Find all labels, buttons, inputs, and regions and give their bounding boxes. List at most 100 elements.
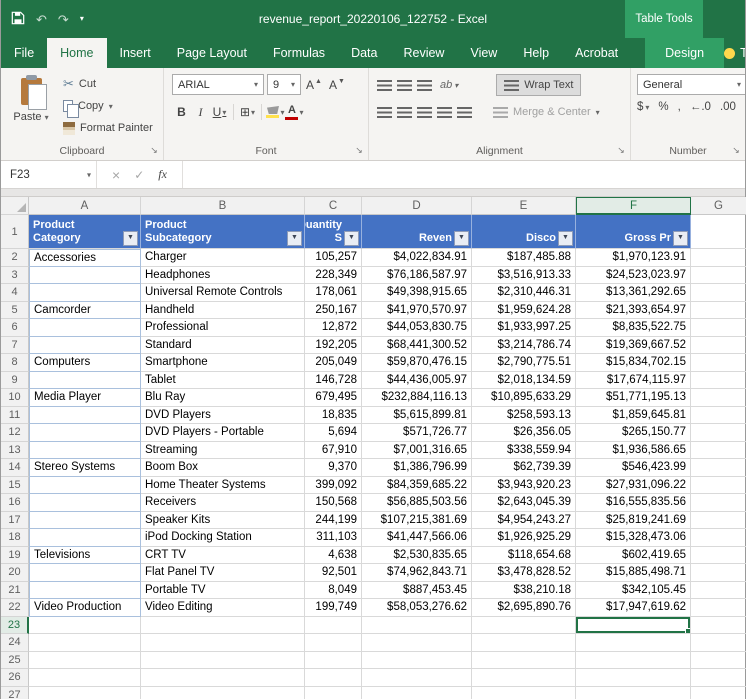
- cell-E11[interactable]: $258,593.13: [472, 406, 576, 424]
- cell-E23[interactable]: [472, 616, 576, 634]
- cell-F7[interactable]: $19,369,667.52: [576, 336, 691, 354]
- cell-A19[interactable]: Televisions: [29, 546, 141, 564]
- align-top-icon[interactable]: [377, 79, 392, 91]
- align-right-icon[interactable]: [417, 106, 432, 118]
- filter-button-D[interactable]: ▼: [454, 231, 469, 246]
- cell-A3[interactable]: [29, 266, 141, 284]
- cell-D16[interactable]: $56,885,503.56: [362, 494, 472, 512]
- cell-G20[interactable]: [691, 564, 746, 582]
- cell-A13[interactable]: [29, 441, 141, 459]
- cell-F15[interactable]: $27,931,096.22: [576, 476, 691, 494]
- cell-G15[interactable]: [691, 477, 746, 494]
- cell-G27[interactable]: [691, 687, 746, 699]
- cell-G16[interactable]: [691, 494, 746, 512]
- row-header-20[interactable]: 20: [1, 564, 29, 582]
- cell-E17[interactable]: $4,954,243.27: [472, 511, 576, 529]
- cell-B11[interactable]: DVD Players: [141, 406, 305, 424]
- cell-A17[interactable]: [29, 511, 141, 529]
- decrease-decimal-button[interactable]: .00: [720, 101, 736, 113]
- cell-A6[interactable]: [29, 319, 141, 337]
- cell-B14[interactable]: Boom Box: [141, 459, 305, 477]
- cell-C27[interactable]: [305, 686, 362, 699]
- font-dialog-launcher-icon[interactable]: ↘: [353, 144, 365, 156]
- cell-C14[interactable]: 9,370: [305, 459, 362, 477]
- cell-F2[interactable]: $1,970,123.91: [576, 249, 691, 267]
- number-format-combo[interactable]: General ▾: [637, 74, 745, 95]
- cell-D22[interactable]: $58,053,276.62: [362, 599, 472, 617]
- filter-button-B[interactable]: ▼: [287, 231, 302, 246]
- cell-A27[interactable]: [29, 686, 141, 699]
- cell-E12[interactable]: $26,356.05: [472, 424, 576, 442]
- cell-E26[interactable]: [472, 669, 576, 687]
- cell-E20[interactable]: $3,478,828.52: [472, 564, 576, 582]
- cell-C9[interactable]: 146,728: [305, 371, 362, 389]
- column-header-A[interactable]: A: [29, 197, 141, 215]
- cell-E15[interactable]: $3,943,920.23: [472, 476, 576, 494]
- cell-A16[interactable]: [29, 494, 141, 512]
- cell-A12[interactable]: [29, 424, 141, 442]
- orientation-button[interactable]: ab ▾: [437, 79, 461, 91]
- cell-E18[interactable]: $1,926,925.29: [472, 529, 576, 547]
- filter-button-C[interactable]: ▼: [344, 231, 359, 246]
- cell-G18[interactable]: [691, 529, 746, 547]
- column-header-B[interactable]: B: [141, 197, 305, 215]
- cell-E16[interactable]: $2,643,045.39: [472, 494, 576, 512]
- merge-center-button[interactable]: Merge & Center ▾: [487, 101, 606, 123]
- cell-A24[interactable]: [29, 634, 141, 652]
- row-header-24[interactable]: 24: [1, 634, 29, 652]
- cell-F3[interactable]: $24,523,023.97: [576, 266, 691, 284]
- cell-C11[interactable]: 18,835: [305, 406, 362, 424]
- cut-button[interactable]: ✂ Cut: [59, 73, 157, 95]
- tab-data[interactable]: Data: [338, 38, 390, 68]
- cell-C13[interactable]: 67,910: [305, 441, 362, 459]
- cell-D14[interactable]: $1,386,796.99: [362, 459, 472, 477]
- cell-B19[interactable]: CRT TV: [141, 546, 305, 564]
- cell-A10[interactable]: Media Player: [29, 389, 141, 407]
- cell-C15[interactable]: 399,092: [305, 476, 362, 494]
- cell-A11[interactable]: [29, 406, 141, 424]
- cell-C5[interactable]: 250,167: [305, 301, 362, 319]
- align-left-icon[interactable]: [377, 106, 392, 118]
- cell-C26[interactable]: [305, 669, 362, 687]
- cell-F9[interactable]: $17,674,115.97: [576, 371, 691, 389]
- cell-G26[interactable]: [691, 669, 746, 687]
- cell-F5[interactable]: $21,393,654.97: [576, 301, 691, 319]
- cell-F17[interactable]: $25,819,241.69: [576, 511, 691, 529]
- redo-icon[interactable]: ↷: [58, 13, 69, 26]
- column-header-G[interactable]: G: [691, 197, 746, 215]
- cell-C20[interactable]: 92,501: [305, 564, 362, 582]
- cell-D5[interactable]: $41,970,570.97: [362, 301, 472, 319]
- comma-format-button[interactable]: ,: [678, 101, 681, 113]
- tab-review[interactable]: Review: [390, 38, 457, 68]
- cell-B16[interactable]: Receivers: [141, 494, 305, 512]
- cell-G19[interactable]: [691, 547, 746, 564]
- cell-B24[interactable]: [141, 634, 305, 652]
- cell-B12[interactable]: DVD Players - Portable: [141, 424, 305, 442]
- cell-C25[interactable]: [305, 651, 362, 669]
- row-header-7[interactable]: 7: [1, 336, 29, 354]
- cell-G11[interactable]: [691, 407, 746, 424]
- cell-C21[interactable]: 8,049: [305, 581, 362, 599]
- row-header-25[interactable]: 25: [1, 651, 29, 669]
- cell-F18[interactable]: $15,328,473.06: [576, 529, 691, 547]
- cell-E19[interactable]: $118,654.68: [472, 546, 576, 564]
- cell-G9[interactable]: [691, 372, 746, 389]
- cell-C22[interactable]: 199,749: [305, 599, 362, 617]
- cell-B21[interactable]: Portable TV: [141, 581, 305, 599]
- increase-decimal-button[interactable]: ←.0: [690, 101, 711, 113]
- cell-F22[interactable]: $17,947,619.62: [576, 599, 691, 617]
- cell-C8[interactable]: 205,049: [305, 354, 362, 372]
- underline-button[interactable]: U ▾: [210, 101, 229, 123]
- cell-D25[interactable]: [362, 651, 472, 669]
- cell-D7[interactable]: $68,441,300.52: [362, 336, 472, 354]
- tab-help[interactable]: Help: [510, 38, 562, 68]
- font-name-combo[interactable]: ARIAL ▾: [172, 74, 264, 95]
- paste-button[interactable]: Paste ▾: [7, 73, 55, 143]
- row-header-15[interactable]: 15: [1, 476, 29, 494]
- fill-color-button[interactable]: ▾: [266, 101, 285, 123]
- cell-D8[interactable]: $59,870,476.15: [362, 354, 472, 372]
- cell-D18[interactable]: $41,447,566.06: [362, 529, 472, 547]
- cell-F1[interactable]: Gross Pr ▼: [576, 215, 691, 249]
- cell-B20[interactable]: Flat Panel TV: [141, 564, 305, 582]
- row-header-17[interactable]: 17: [1, 511, 29, 529]
